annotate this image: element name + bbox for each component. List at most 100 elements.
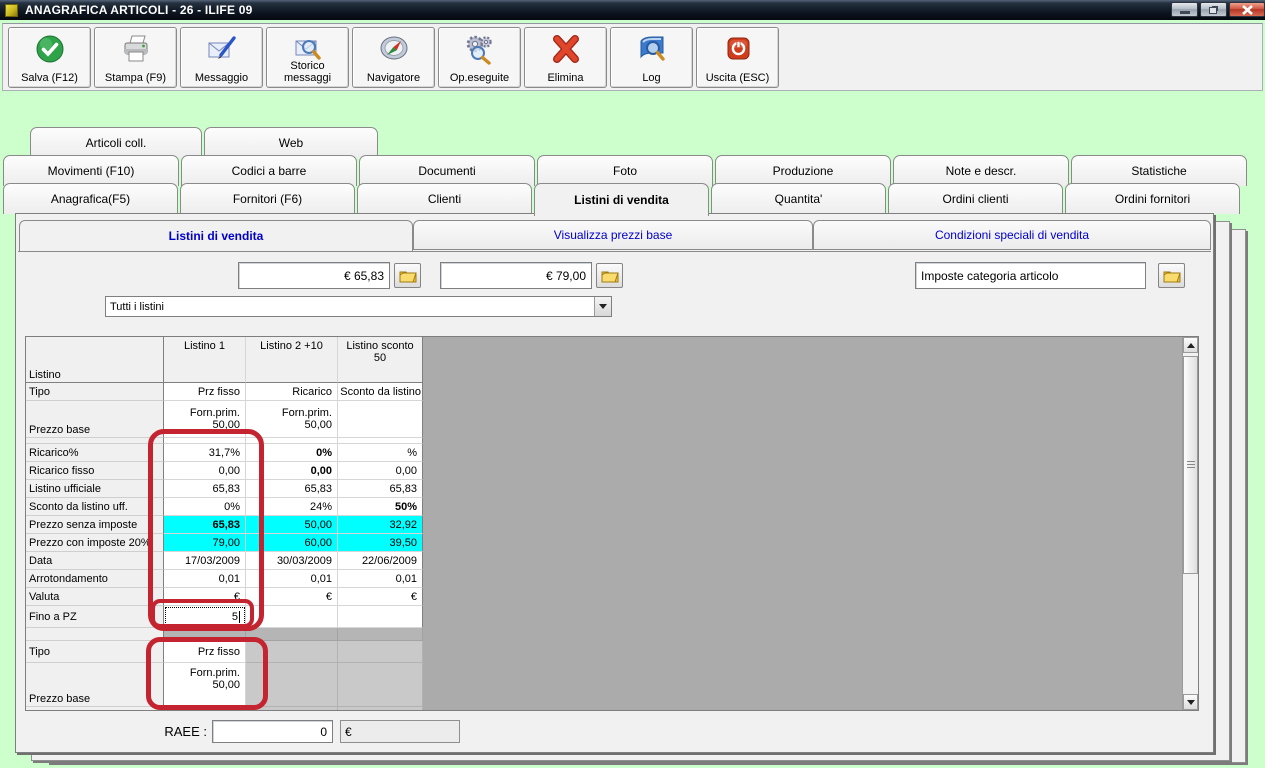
grid-cell[interactable] [246,606,338,628]
grid-cell[interactable]: 0,00 [246,462,338,480]
official-price-gross-field[interactable]: € 79,00 [440,262,592,289]
column-header[interactable]: Listino sconto [346,340,413,352]
grid-cell[interactable]: Prz fisso [164,383,246,401]
subtab-condizioni-speciali[interactable]: Condizioni speciali di vendita [813,220,1211,250]
title-bar: ANAGRAFICA ARTICOLI - 26 - ILIFE 09 [0,0,1265,20]
folder-icon [399,271,417,282]
grid-cell[interactable]: 30/03/2009 [246,552,338,570]
tab-fornitori[interactable]: Fornitori (F6) [180,183,355,214]
message-button[interactable]: Messaggio [180,27,263,88]
grid-cell[interactable]: 39,50 [338,534,423,552]
executed-operations-button[interactable]: Op.eseguite [438,27,521,88]
vertical-scrollbar[interactable] [1182,337,1198,710]
grid-cell[interactable]: 60,00 [246,534,338,552]
grid-cell[interactable]: 0% [164,498,246,516]
scrollbar-down-button[interactable] [1183,694,1198,710]
toolbar: Salva (F12) Stampa (F9) Messaggio Storic… [2,23,1263,91]
grid-cell[interactable]: € [164,588,246,606]
dropdown-button[interactable] [594,297,611,316]
grid-cell[interactable]: 0,01 [338,570,423,588]
grid-cell[interactable]: 65,83 [338,480,423,498]
column-header[interactable]: 50 [374,352,386,364]
grid-cell[interactable]: 65,83 [164,480,246,498]
price-gross-lookup-button[interactable] [596,263,623,288]
grid-cell-line[interactable]: Forn.prim. [190,667,240,679]
print-button[interactable]: Stampa (F9) [94,27,177,88]
tab-clienti[interactable]: Clienti [357,183,532,214]
grid-cell[interactable]: 50,00 [246,516,338,534]
grid-cell[interactable]: 0,01 [164,570,246,588]
grid-cell[interactable]: 65,83 [164,516,246,534]
log-icon [611,31,692,67]
grid-cell[interactable]: € [246,588,338,606]
taxes-field[interactable]: Imposte categoria articolo [915,262,1146,289]
tab-statistiche[interactable]: Statistiche [1071,155,1247,186]
save-button[interactable]: Salva (F12) [8,27,91,88]
grid-cell-line[interactable]: Forn.prim. [282,407,332,419]
grid-cell[interactable]: € [338,588,423,606]
printer-icon [95,31,176,67]
grid-cell[interactable]: 20% [164,707,246,710]
restore-button[interactable] [1200,2,1227,17]
grid-cell[interactable] [338,401,423,438]
column-header[interactable]: Listino 1 [164,337,246,383]
grid-separator-row [26,628,424,641]
scrollbar-thumb[interactable] [1183,356,1198,574]
grid-cell[interactable]: 17/03/2009 [164,552,246,570]
grid-cell[interactable]: 0,00 [164,462,246,480]
grid-cell[interactable]: 0,01 [246,570,338,588]
grid-cell[interactable]: 31,7% [164,444,246,462]
grid-cell[interactable]: 79,00 [164,534,246,552]
tab-note-e-descr[interactable]: Note e descr. [893,155,1069,186]
official-price-net-field[interactable]: € 65,83 [238,262,390,289]
grid-cell[interactable]: Sconto da listino [338,383,423,401]
taxes-lookup-button[interactable] [1158,263,1185,288]
grid-cell[interactable]: 0% [246,444,338,462]
tab-produzione[interactable]: Produzione [715,155,891,186]
message-icon [181,31,262,67]
tab-articoli-coll[interactable]: Articoli coll. [30,127,202,158]
subtab-listini-di-vendita[interactable]: Listini di vendita [19,220,413,252]
tab-label: Articoli coll. [85,136,147,150]
minimize-button[interactable] [1171,2,1198,17]
grid-cell[interactable]: % [338,444,423,462]
grid-cell [246,707,338,710]
grid-cell[interactable]: 0,00 [338,462,423,480]
grid-cell[interactable]: 22/06/2009 [338,552,423,570]
log-button[interactable]: Log [610,27,693,88]
grid-cell[interactable]: 65,83 [246,480,338,498]
tab-documenti[interactable]: Documenti [359,155,535,186]
navigator-button[interactable]: Navigatore [352,27,435,88]
grid-cell-line[interactable]: 50,00 [212,419,240,431]
grid-cell[interactable]: 50% [338,498,423,516]
message-history-button[interactable]: Storico messaggi [266,27,349,88]
fino-a-pz-input-cell[interactable]: 5 [164,606,246,628]
grid-cell-line[interactable]: 50,00 [304,419,332,431]
tab-quantita[interactable]: Quantita' [711,183,886,214]
raee-input[interactable]: 0 [212,720,333,743]
tab-movimenti[interactable]: Movimenti (F10) [3,155,179,186]
delete-button[interactable]: Elimina [524,27,607,88]
grid-cell[interactable]: 24% [246,498,338,516]
tab-listini-di-vendita[interactable]: Listini di vendita [534,183,709,216]
grid-cell[interactable] [338,606,423,628]
tab-foto[interactable]: Foto [537,155,713,186]
tab-ordini-clienti[interactable]: Ordini clienti [888,183,1063,214]
subtab-visualizza-prezzi-base[interactable]: Visualizza prezzi base [413,220,813,250]
tab-ordini-fornitori[interactable]: Ordini fornitori [1065,183,1240,214]
tab-web[interactable]: Web [204,127,378,158]
column-header[interactable]: Listino 2 +10 [246,337,338,383]
exit-button[interactable]: Uscita (ESC) [696,27,779,88]
tab-codici-a-barre[interactable]: Codici a barre [181,155,357,186]
listino-dropdown[interactable]: Tutti i listini [105,296,612,317]
grid-cell-line[interactable]: Forn.prim. [190,407,240,419]
grid-cell[interactable]: 32,92 [338,516,423,534]
tab-anagrafica[interactable]: Anagrafica(F5) [3,183,178,214]
grid-cell[interactable]: Prz fisso [164,641,246,663]
price-net-lookup-button[interactable] [394,263,421,288]
grid-cell-line[interactable]: 50,00 [212,679,240,691]
scrollbar-up-button[interactable] [1183,337,1198,353]
folder-icon [601,271,619,282]
close-button[interactable] [1229,2,1265,17]
grid-cell[interactable]: Ricarico [246,383,338,401]
